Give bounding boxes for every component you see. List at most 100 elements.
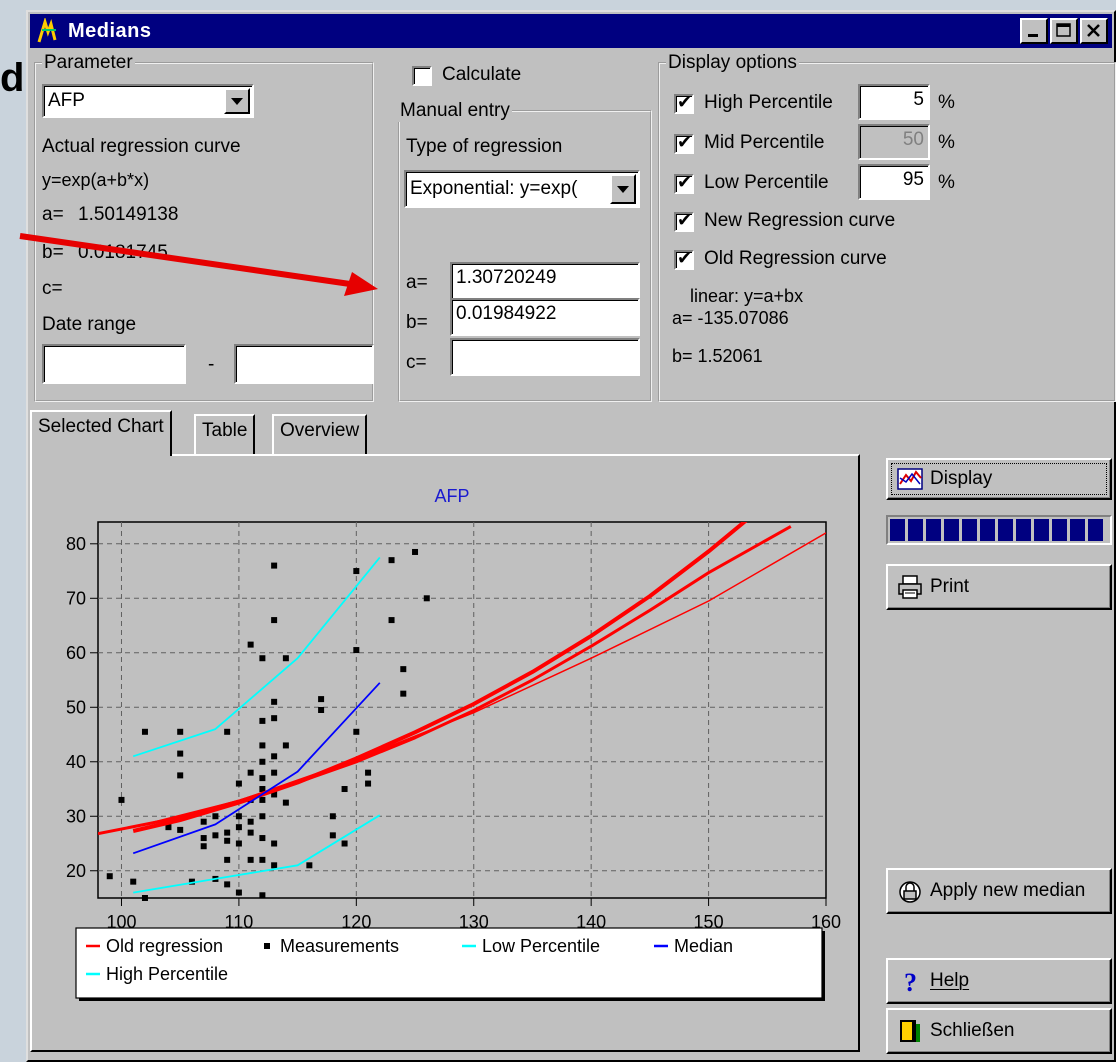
- chart-tab-panel: AFP 100 110 120 130 140 150 160 20 30 40 50 60 70 80 O…: [30, 454, 860, 1052]
- measurement-point: [353, 728, 360, 735]
- measurement-point: [247, 641, 254, 648]
- measurement-point: [177, 826, 184, 833]
- exit-door-icon: [900, 1020, 920, 1042]
- apply-new-median-button[interactable]: Apply new median: [886, 868, 1112, 914]
- regression-type-select[interactable]: Exponential: y=exp(: [404, 170, 640, 208]
- legend-label: High Percentile: [106, 964, 228, 984]
- measurement-point: [271, 862, 278, 869]
- measurement-point: [224, 881, 231, 888]
- measurement-point: [400, 690, 407, 697]
- print-button[interactable]: Print: [886, 564, 1112, 610]
- legend-label: Measurements: [280, 936, 399, 956]
- linear-formula: linear: y=a+bx: [690, 286, 804, 306]
- y-tick-label: 30: [66, 806, 86, 826]
- manual-a-label: a=: [406, 272, 428, 293]
- date-to-input[interactable]: [234, 344, 374, 384]
- measurement-point: [318, 696, 325, 703]
- measurement-point: [259, 655, 266, 662]
- measurement-point: [259, 717, 266, 724]
- mid-percentile-input[interactable]: 50: [858, 124, 930, 160]
- tab-selected-chart[interactable]: Selected Chart: [30, 410, 172, 456]
- measurement-point: [318, 707, 325, 713]
- measurement-point: [212, 813, 219, 820]
- chevron-down-icon[interactable]: [610, 174, 636, 204]
- chart-icon: [897, 468, 923, 490]
- measurement-point: [200, 843, 207, 850]
- legend-label: Median: [674, 936, 733, 956]
- manual-c-input[interactable]: [450, 338, 640, 376]
- progress-block: [1016, 519, 1031, 541]
- new-regression-checkbox[interactable]: [674, 210, 694, 232]
- actual-c-label: c=: [42, 278, 63, 299]
- display-button-label: Display: [930, 468, 993, 489]
- y-tick-label: 20: [66, 861, 86, 881]
- measurement-point: [259, 758, 266, 765]
- parameter-select-value: AFP: [48, 90, 85, 111]
- manual-b-label: b=: [406, 312, 428, 333]
- parameter-group-label: Parameter: [42, 52, 135, 74]
- help-icon: ?: [904, 968, 917, 994]
- measurement-point: [282, 655, 289, 662]
- progress-block: [944, 519, 959, 541]
- low-percentile-label: Low Percentile: [704, 172, 829, 193]
- high-percentile-input[interactable]: 5: [858, 84, 930, 120]
- maximize-button[interactable]: [1050, 18, 1078, 44]
- mid-percentile-label: Mid Percentile: [704, 132, 825, 153]
- y-tick-label: 70: [66, 588, 86, 608]
- measurement-point: [271, 562, 278, 569]
- high-percentile-label: High Percentile: [704, 92, 833, 113]
- lock-icon: [899, 881, 921, 903]
- measurement-point: [224, 856, 231, 863]
- tab-overview[interactable]: Overview: [272, 414, 368, 454]
- minimize-button[interactable]: [1020, 18, 1048, 44]
- actual-a-label: a=: [42, 204, 64, 225]
- measurement-point: [130, 878, 137, 885]
- y-tick-label: 60: [66, 643, 86, 663]
- calculate-checkbox[interactable]: [412, 66, 432, 86]
- help-button[interactable]: ? Help: [886, 958, 1112, 1004]
- low-percentile-input[interactable]: 95: [858, 164, 930, 200]
- measurement-point: [247, 818, 254, 825]
- close-button[interactable]: Schließen: [886, 1008, 1112, 1054]
- tab-table[interactable]: Table: [194, 414, 256, 454]
- manual-b-input[interactable]: 0.01984922: [450, 298, 640, 336]
- tab-selected-chart-label: Selected Chart: [38, 416, 164, 437]
- display-button[interactable]: Display: [886, 458, 1112, 500]
- parameter-select[interactable]: AFP: [42, 84, 254, 118]
- actual-curve-heading: Actual regression curve: [42, 136, 241, 157]
- close-window-button[interactable]: [1080, 18, 1108, 44]
- measurement-point: [271, 840, 278, 847]
- chevron-down-icon[interactable]: [224, 88, 250, 114]
- low-percent-sign: %: [938, 172, 955, 193]
- window-title: Medians: [68, 19, 152, 42]
- progress-bar: [886, 515, 1112, 545]
- progress-block: [1034, 519, 1049, 541]
- high-percentile-checkbox[interactable]: [674, 92, 694, 114]
- measurement-point: [177, 750, 184, 757]
- low-percentile-checkbox[interactable]: [674, 172, 694, 194]
- legend-label: Old regression: [106, 936, 223, 956]
- maximize-icon: [1056, 23, 1071, 37]
- progress-block: [890, 519, 905, 541]
- measurement-point: [306, 862, 313, 869]
- measurement-point: [271, 698, 278, 705]
- title-bar[interactable]: Medians: [30, 14, 1112, 48]
- display-options-label: Display options: [666, 52, 799, 74]
- minimize-icon: [1028, 34, 1038, 37]
- help-button-label: Help: [930, 970, 970, 991]
- old-regression-checkbox[interactable]: [674, 248, 694, 270]
- date-from-input[interactable]: [42, 344, 186, 384]
- parameter-group: Parameter AFP Actual regression curve y=…: [34, 52, 374, 402]
- new-regression-label: New Regression curve: [704, 210, 896, 231]
- progress-block: [1088, 519, 1103, 541]
- measurement-point: [259, 813, 266, 820]
- afp-chart: AFP 100 110 120 130 140 150 16020304050607080O…: [32, 456, 858, 1050]
- measurement-point: [388, 617, 395, 624]
- measurement-point: [388, 557, 395, 564]
- manual-a-input[interactable]: 1.30720249: [450, 262, 640, 300]
- actual-curve-formula: y=exp(a+b*x): [42, 170, 150, 190]
- mid-percentile-checkbox[interactable]: [674, 132, 694, 154]
- measurement-point: [271, 617, 278, 624]
- chart-title: AFP: [434, 486, 469, 506]
- manual-entry-group: Manual entry Type of regression Exponent…: [398, 100, 652, 402]
